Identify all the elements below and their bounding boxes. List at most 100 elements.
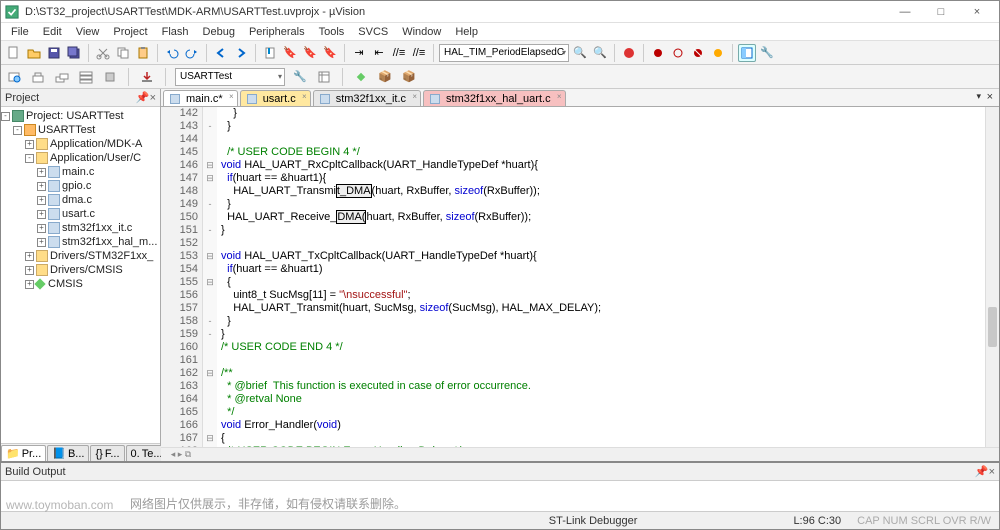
tree-label[interactable]: gpio.c xyxy=(62,180,91,192)
tree-caret-icon[interactable]: + xyxy=(25,140,34,149)
bookmark-icon[interactable] xyxy=(261,44,279,62)
code-editor[interactable]: 1421431441451461471481491501511521531541… xyxy=(161,107,999,447)
pin-icon[interactable]: 📌 xyxy=(975,466,989,478)
rebuild-icon[interactable] xyxy=(53,68,71,86)
vertical-scrollbar[interactable] xyxy=(985,107,999,447)
outdent-icon[interactable]: ⇤ xyxy=(370,44,388,62)
tree-label[interactable]: stm32f1xx_hal_m... xyxy=(62,236,157,248)
tab-close-icon[interactable]: × xyxy=(229,92,234,101)
undo-icon[interactable] xyxy=(163,44,181,62)
tree-caret-icon[interactable]: + xyxy=(37,210,46,219)
scroll-track[interactable] xyxy=(201,448,999,461)
comment-icon[interactable]: //≡ xyxy=(390,44,408,62)
bookmark-clear-icon[interactable]: 🔖 xyxy=(321,44,339,62)
find-icon[interactable]: 🔍 xyxy=(571,44,589,62)
scroll-nav[interactable]: ◂ ▸ ⧉ xyxy=(161,448,201,461)
breakpoint-icon[interactable] xyxy=(649,44,667,62)
debug-icon[interactable] xyxy=(620,44,638,62)
editor-tab[interactable]: stm32f1xx_it.c× xyxy=(313,90,421,106)
menu-help[interactable]: Help xyxy=(449,26,484,38)
tree-label[interactable]: stm32f1xx_it.c xyxy=(62,222,132,234)
save-all-icon[interactable] xyxy=(65,44,83,62)
pane-close-icon[interactable]: × xyxy=(989,466,995,478)
redo-icon[interactable] xyxy=(183,44,201,62)
target-combo[interactable]: USARTTest xyxy=(175,68,285,86)
tab-close-all-icon[interactable]: × xyxy=(987,91,993,103)
tree-label[interactable]: Application/User/C xyxy=(50,152,141,164)
manage-rte-icon[interactable] xyxy=(352,68,370,86)
tree-caret-icon[interactable]: + xyxy=(25,266,34,275)
project-tree[interactable]: -Project: USARTTest-USARTTest+Applicatio… xyxy=(1,107,160,443)
tree-caret-icon[interactable]: - xyxy=(1,112,10,121)
config-wizard-icon[interactable]: 🔧 xyxy=(758,44,776,62)
fold-column[interactable]: -⊟⊟--⊟⊟--⊟⊟ xyxy=(203,107,217,447)
tree-label[interactable]: CMSIS xyxy=(48,278,83,290)
scroll-thumb[interactable] xyxy=(988,307,997,347)
menu-svcs[interactable]: SVCS xyxy=(352,26,394,38)
save-icon[interactable] xyxy=(45,44,63,62)
pin-icon[interactable]: 📌 xyxy=(136,92,150,104)
menu-flash[interactable]: Flash xyxy=(156,26,195,38)
bookmark-prev-icon[interactable]: 🔖 xyxy=(281,44,299,62)
download-icon[interactable] xyxy=(138,68,156,86)
find-combo[interactable]: HAL_TIM_PeriodElapsedC xyxy=(439,44,569,62)
tree-caret-icon[interactable]: + xyxy=(37,238,46,247)
editor-tab[interactable]: main.c*× xyxy=(163,90,238,106)
tree-label[interactable]: USARTTest xyxy=(38,124,95,136)
source-text[interactable]: } } /* USER CODE BEGIN 4 */void HAL_UART… xyxy=(217,107,985,447)
tree-label[interactable]: usart.c xyxy=(62,208,95,220)
nav-forward-icon[interactable] xyxy=(232,44,250,62)
tree-label[interactable]: main.c xyxy=(62,166,94,178)
tree-caret-icon[interactable]: - xyxy=(25,154,34,163)
tree-caret-icon[interactable]: - xyxy=(13,126,22,135)
breakpoint-kill-icon[interactable] xyxy=(709,44,727,62)
tree-label[interactable]: Drivers/STM32F1xx_ xyxy=(50,250,153,262)
menu-debug[interactable]: Debug xyxy=(197,26,241,38)
copy-icon[interactable] xyxy=(114,44,132,62)
tab-close-icon[interactable]: × xyxy=(302,92,307,101)
stop-build-icon[interactable] xyxy=(101,68,119,86)
menu-window[interactable]: Window xyxy=(396,26,447,38)
paste-icon[interactable] xyxy=(134,44,152,62)
tree-caret-icon[interactable]: + xyxy=(25,252,34,261)
tab-dropdown-icon[interactable]: ▾ xyxy=(976,91,981,102)
uncomment-icon[interactable]: //≡ xyxy=(410,44,428,62)
nav-back-icon[interactable] xyxy=(212,44,230,62)
open-icon[interactable] xyxy=(25,44,43,62)
build-icon[interactable] xyxy=(29,68,47,86)
sidebar-tab-1[interactable]: 📘B... xyxy=(47,445,89,461)
tree-label[interactable]: Project: USARTTest xyxy=(26,110,124,122)
editor-tab[interactable]: stm32f1xx_hal_uart.c× xyxy=(423,90,566,106)
pack-install-icon[interactable]: 📦 xyxy=(400,68,418,86)
manage-icon[interactable] xyxy=(315,68,333,86)
sidebar-tab-2[interactable]: {}F... xyxy=(90,445,124,461)
build-output-body[interactable] xyxy=(1,481,999,511)
find-in-files-icon[interactable]: 🔍 xyxy=(591,44,609,62)
minimize-button[interactable]: — xyxy=(893,3,917,21)
menu-edit[interactable]: Edit xyxy=(37,26,68,38)
indent-icon[interactable]: ⇥ xyxy=(350,44,368,62)
tab-close-icon[interactable]: × xyxy=(557,92,562,101)
tab-close-icon[interactable]: × xyxy=(412,92,417,101)
batch-build-icon[interactable] xyxy=(77,68,95,86)
menu-file[interactable]: File xyxy=(5,26,35,38)
horizontal-scrollbar[interactable]: ◂ ▸ ⧉ xyxy=(161,447,999,461)
tree-label[interactable]: Application/MDK-A xyxy=(50,138,142,150)
menu-tools[interactable]: Tools xyxy=(313,26,351,38)
menu-peripherals[interactable]: Peripherals xyxy=(243,26,311,38)
close-button[interactable]: × xyxy=(965,3,989,21)
pane-close-icon[interactable]: × xyxy=(150,92,156,104)
tree-caret-icon[interactable]: + xyxy=(37,196,46,205)
menu-project[interactable]: Project xyxy=(107,26,153,38)
tree-caret-icon[interactable]: + xyxy=(37,224,46,233)
new-file-icon[interactable] xyxy=(5,44,23,62)
cut-icon[interactable] xyxy=(94,44,112,62)
translate-icon[interactable] xyxy=(5,68,23,86)
editor-tab[interactable]: usart.c× xyxy=(240,90,311,106)
tree-caret-icon[interactable]: + xyxy=(37,168,46,177)
tree-label[interactable]: Drivers/CMSIS xyxy=(50,264,123,276)
window-layout-icon[interactable] xyxy=(738,44,756,62)
select-pack-icon[interactable]: 📦 xyxy=(376,68,394,86)
target-options-icon[interactable]: 🔧 xyxy=(291,68,309,86)
breakpoint-remove-icon[interactable] xyxy=(689,44,707,62)
